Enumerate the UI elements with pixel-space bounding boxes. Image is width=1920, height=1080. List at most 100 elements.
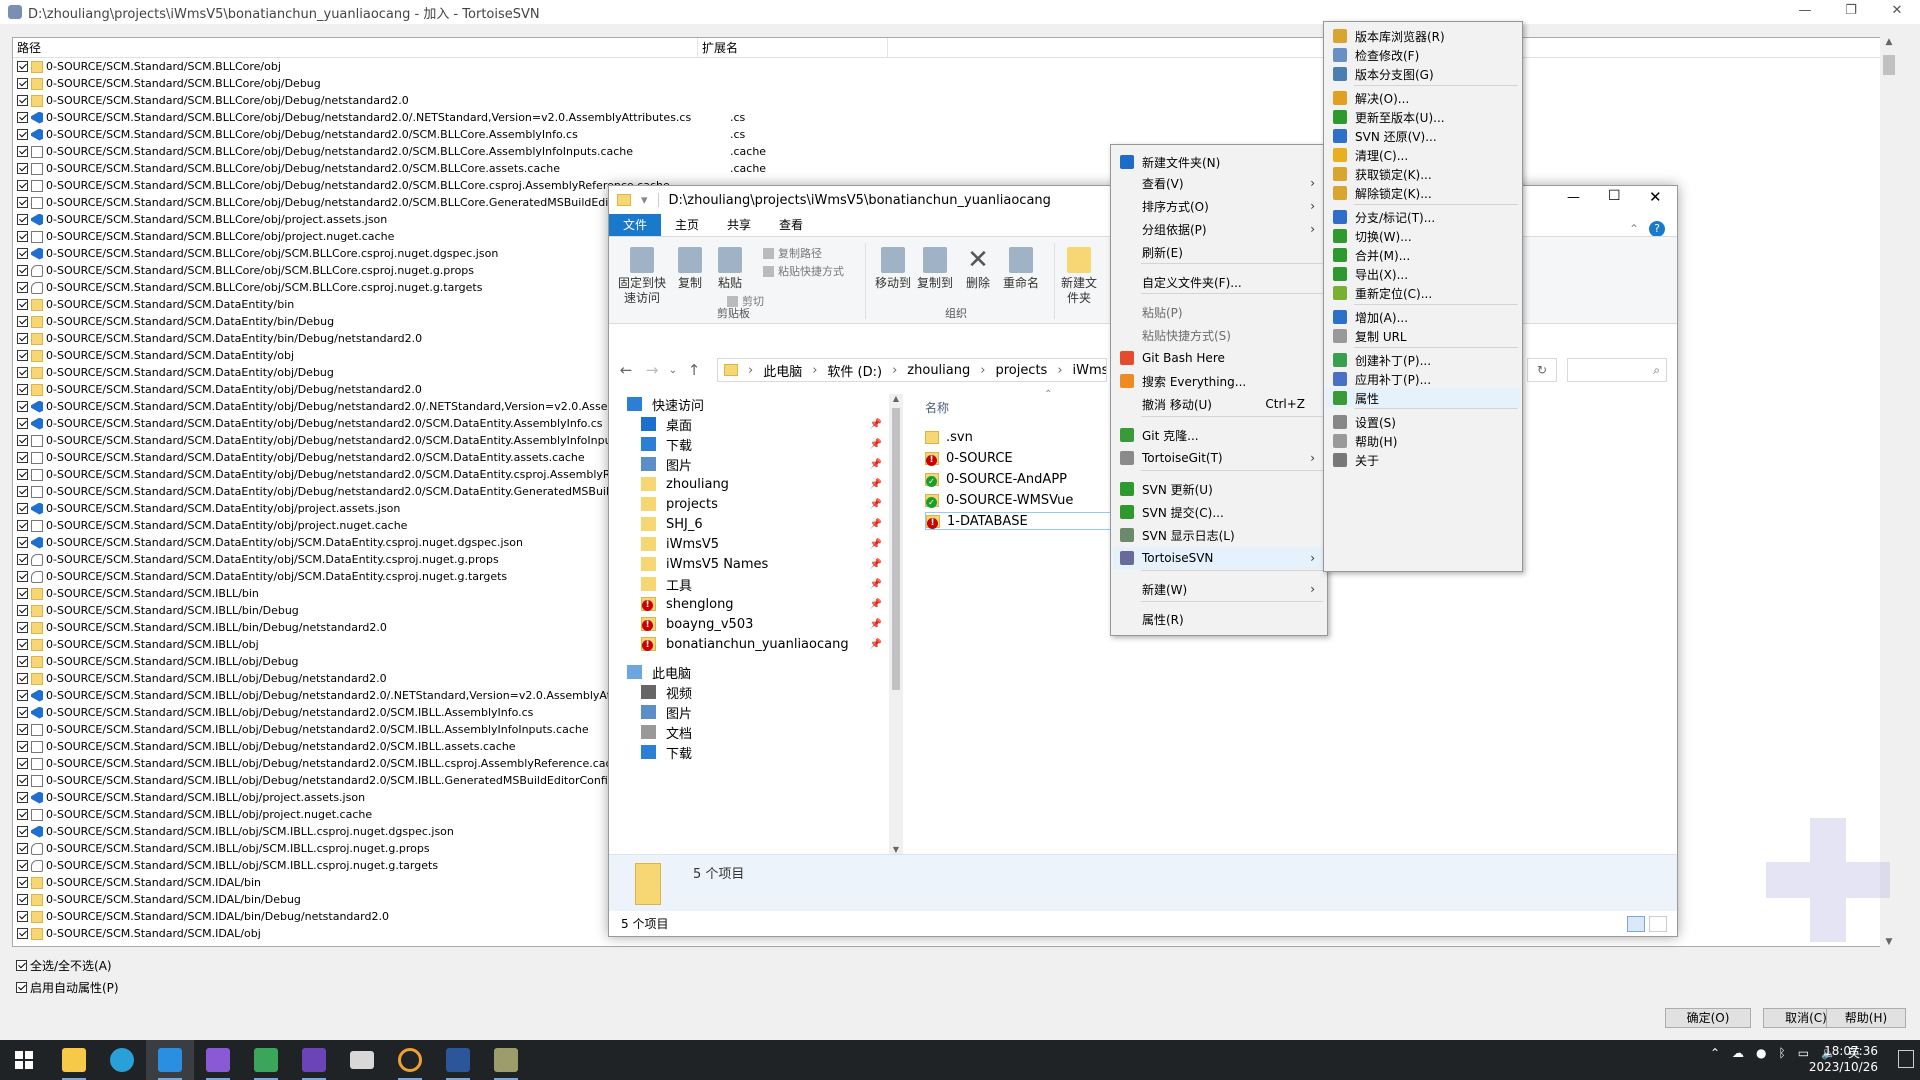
checkbox-icon[interactable] — [17, 486, 28, 497]
folder-item[interactable]: 0-SOURCE — [925, 449, 1115, 467]
taskbar-visual-studio[interactable] — [194, 1040, 242, 1080]
tab-view[interactable]: 查看 — [765, 214, 817, 236]
svn-submenu-item[interactable]: 合并(M)... — [1326, 245, 1520, 265]
scroll-thumb[interactable] — [892, 408, 900, 690]
svn-submenu-item[interactable]: 切换(W)... — [1326, 226, 1520, 246]
checkbox-icon[interactable] — [17, 826, 28, 837]
scroll-up-arrow[interactable]: ▲ — [889, 394, 903, 403]
checkbox-icon[interactable] — [17, 248, 28, 259]
checkbox-icon[interactable] — [17, 656, 28, 667]
taskbar-window[interactable] — [338, 1040, 386, 1080]
help-icon[interactable]: ? — [1649, 221, 1665, 237]
context-menu-item[interactable]: 自定义文件夹(F)... — [1113, 271, 1325, 293]
context-menu-item[interactable]: TortoiseSVN › — [1113, 547, 1325, 569]
details-view-icon[interactable] — [1627, 916, 1645, 932]
taskbar-word[interactable] — [434, 1040, 482, 1080]
nav-item[interactable]: 文档 — [627, 722, 882, 742]
nav-item[interactable]: SHJ_6 📌 — [627, 514, 882, 534]
nav-item[interactable]: 图片 — [627, 702, 882, 722]
checkbox-icon[interactable] — [17, 894, 28, 905]
svn-submenu-item[interactable]: 增加(A)... — [1326, 307, 1520, 327]
svn-submenu-item[interactable]: 版本分支图(G) — [1326, 64, 1520, 84]
checkbox-icon[interactable] — [17, 503, 28, 514]
svn-submenu-item[interactable]: 版本库浏览器(R) — [1326, 26, 1520, 46]
pin-icon[interactable]: 📌 — [870, 439, 882, 450]
close-button[interactable]: ✕ — [1874, 0, 1920, 24]
nav-item[interactable]: 快速访问 — [627, 394, 882, 414]
checkbox-icon[interactable] — [17, 928, 28, 939]
checkbox-icon[interactable] — [17, 741, 28, 752]
nav-item[interactable]: bonatianchun_yuanliaocang 📌 — [627, 634, 882, 654]
checkbox-icon[interactable] — [17, 639, 28, 650]
refresh-icon[interactable]: ↻ — [1527, 358, 1557, 382]
checkbox-icon[interactable] — [17, 265, 28, 276]
paste-button[interactable]: 粘贴 — [715, 247, 745, 291]
file-row[interactable]: 0-SOURCE/SCM.Standard/SCM.BLLCore/obj/De… — [13, 160, 1896, 177]
context-menu-item[interactable]: 查看(V) › — [1113, 172, 1325, 194]
copy-to-button[interactable]: 复制到 — [915, 247, 955, 291]
nav-item[interactable]: projects 📌 — [627, 494, 882, 514]
pin-quick-access-button[interactable]: 固定到快速访问 — [617, 247, 667, 306]
checkbox-icon[interactable] — [17, 401, 28, 412]
tab-home[interactable]: 主页 — [661, 214, 713, 236]
context-menu-item[interactable]: Git Bash Here — [1113, 347, 1325, 369]
checkbox-icon[interactable] — [17, 316, 28, 327]
checkbox-icon[interactable] — [17, 537, 28, 548]
help-button[interactable]: 帮助(H) — [1826, 1008, 1906, 1028]
taskbar-edge[interactable] — [98, 1040, 146, 1080]
scroll-up-arrow[interactable]: ▲ — [1880, 37, 1898, 47]
column-header-path[interactable]: 路径 — [13, 38, 698, 57]
nav-item[interactable]: 下载 — [627, 742, 882, 762]
move-to-button[interactable]: 移动到 — [873, 247, 913, 291]
rename-button[interactable]: 重命名 — [1001, 247, 1041, 291]
breadcrumb-projects[interactable]: projects — [995, 363, 1047, 378]
svn-submenu-item[interactable]: 关于 — [1326, 450, 1520, 470]
taskbar-clock[interactable]: 18:07:36 2023/10/26 — [1809, 1043, 1878, 1075]
checkbox-icon[interactable] — [17, 435, 28, 446]
folder-item[interactable]: .svn — [925, 428, 1115, 446]
up-arrow-icon[interactable]: ↑ — [681, 361, 707, 379]
select-all-checkbox[interactable]: 全选/全不选(A) — [12, 957, 112, 974]
pin-icon[interactable]: 📌 — [870, 499, 882, 510]
pin-icon[interactable]: 📌 — [870, 559, 882, 570]
notification-icon[interactable] — [1898, 1050, 1914, 1068]
checkbox-icon[interactable] — [17, 231, 28, 242]
checkbox-icon[interactable] — [17, 129, 28, 140]
checkbox-icon[interactable] — [17, 673, 28, 684]
copy-button[interactable]: 复制 — [675, 247, 705, 291]
taskbar-tortoisesvn[interactable] — [482, 1040, 530, 1080]
copy-path-button[interactable]: 复制路径 — [763, 245, 822, 261]
minimize-button[interactable]: — — [1782, 0, 1828, 24]
checkbox-icon[interactable] — [17, 622, 28, 633]
context-menu-item[interactable]: 新建(W) › — [1113, 578, 1325, 600]
nav-item[interactable]: boayng_v503 📌 — [627, 614, 882, 634]
svn-submenu-item[interactable]: 解除锁定(K)... — [1326, 183, 1520, 203]
address-bar[interactable]: › 此电脑 › 软件 (D:) › zhouliang › projects › iWm… — [717, 358, 1107, 382]
file-row[interactable]: 0-SOURCE/SCM.Standard/SCM.BLLCore/obj/De… — [13, 75, 1896, 92]
tab-share[interactable]: 共享 — [713, 214, 765, 236]
context-menu-item[interactable]: 属性(R) — [1113, 608, 1325, 630]
checkbox-icon[interactable] — [17, 877, 28, 888]
pin-icon[interactable]: 📌 — [870, 639, 882, 650]
svn-submenu-item[interactable]: 重新定位(C)... — [1326, 283, 1520, 303]
context-menu-item[interactable]: 排序方式(O) › — [1113, 195, 1325, 217]
file-row[interactable]: 0-SOURCE/SCM.Standard/SCM.BLLCore/obj/De… — [13, 92, 1896, 109]
nav-item[interactable]: zhouliang 📌 — [627, 474, 882, 494]
wechat-icon[interactable]: ● — [1756, 1046, 1766, 1060]
svn-submenu-item[interactable]: 复制 URL — [1326, 326, 1520, 346]
pin-icon[interactable]: 📌 — [870, 479, 882, 490]
svn-submenu-item[interactable]: 设置(S) — [1326, 412, 1520, 432]
nav-item[interactable]: 视频 — [627, 682, 882, 702]
breadcrumb-zhouliang[interactable]: zhouliang — [907, 363, 970, 378]
cloud-icon[interactable]: ☁ — [1732, 1046, 1744, 1060]
context-menu-item[interactable]: 撤消 移动(U) Ctrl+Z — [1113, 393, 1325, 415]
context-menu-item[interactable]: 分组依据(P) › — [1113, 218, 1325, 240]
context-menu-item[interactable]: 搜索 Everything... — [1113, 370, 1325, 392]
folder-item[interactable]: 0-SOURCE-WMSVue — [925, 491, 1115, 509]
minimize-button[interactable]: — — [1567, 190, 1580, 205]
checkbox-icon[interactable] — [17, 61, 28, 72]
pin-icon[interactable]: 📌 — [870, 519, 882, 530]
nav-item[interactable]: 图片 📌 — [627, 454, 882, 474]
ribbon-collapse-icon[interactable]: ⌃ — [1629, 222, 1639, 236]
checkbox-icon[interactable] — [17, 418, 28, 429]
